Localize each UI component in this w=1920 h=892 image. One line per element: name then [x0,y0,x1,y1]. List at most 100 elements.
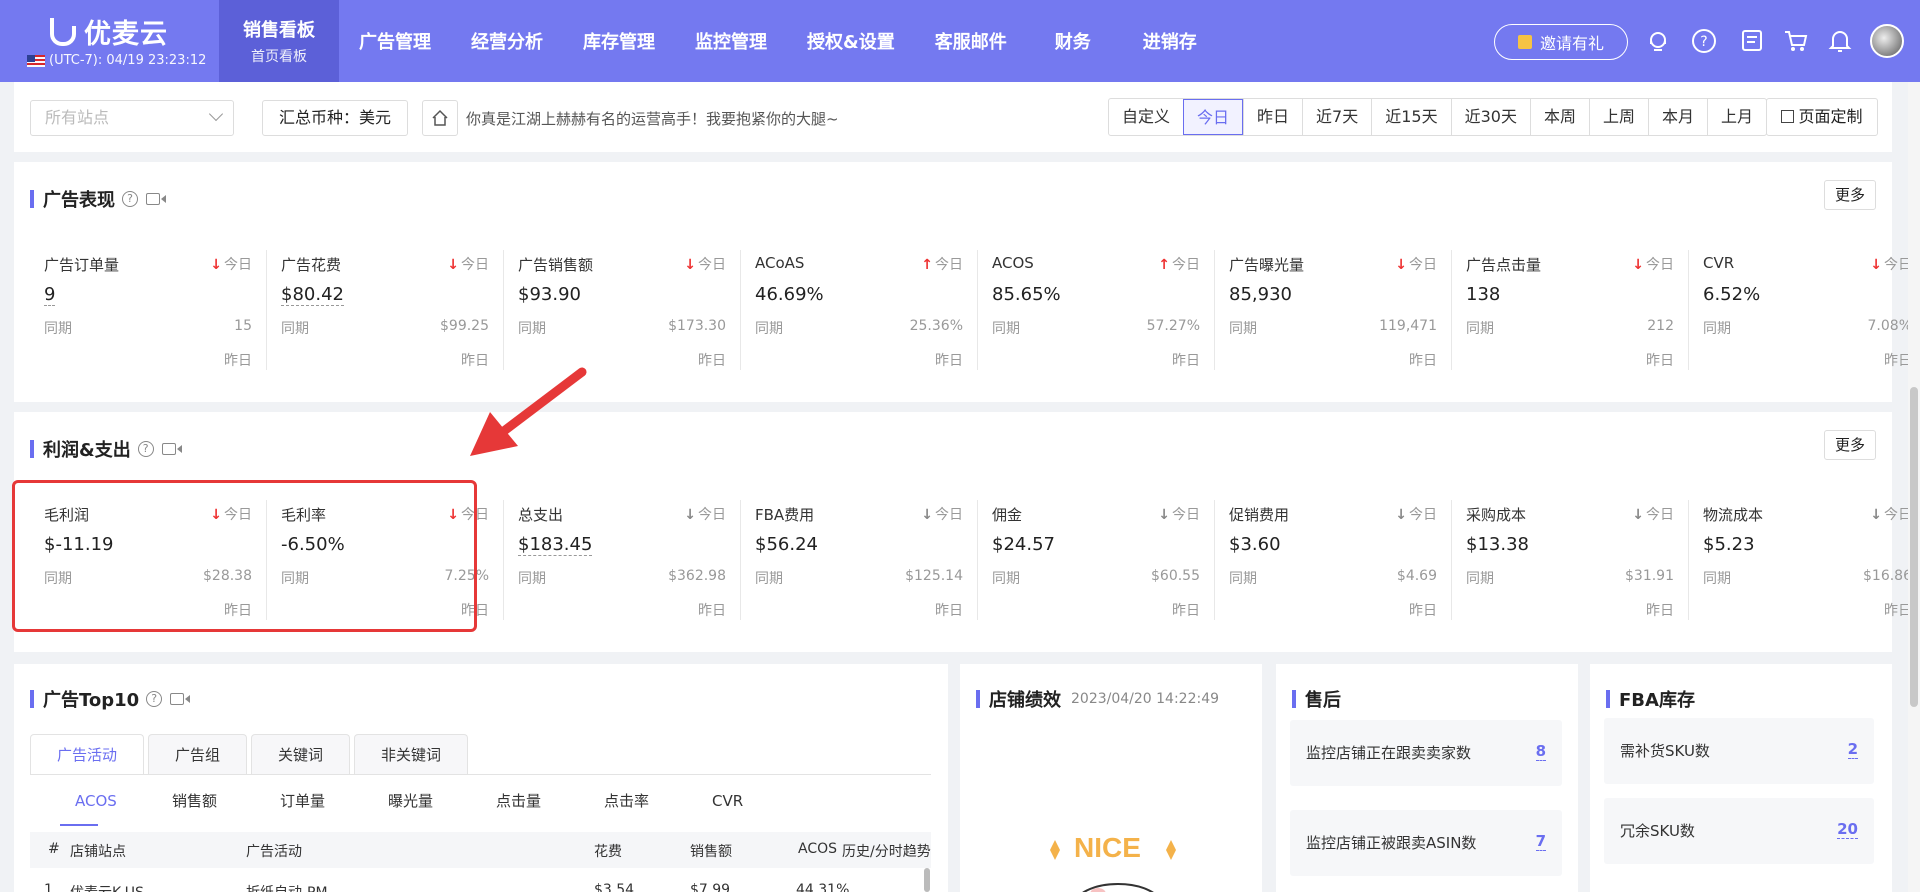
metric-card[interactable]: 佣金 ↓ 今日 $24.57 同期 $60.55 昨日 [978,500,1215,620]
range-custom[interactable]: 自定义 [1109,99,1183,135]
item-value[interactable]: 20 [1837,820,1858,839]
metric-value[interactable]: 85,930 [1229,284,1292,305]
metric-value[interactable]: $93.90 [518,284,581,305]
metric-label: 促销费用 [1229,506,1290,524]
help-icon[interactable]: ? [137,441,154,457]
site-select[interactable]: 所有站点 [30,100,234,136]
metric-card[interactable]: 总支出 ↓ 今日 $183.45 同期 $362.98 昨日 [504,500,741,620]
subtab-cvr[interactable]: CVR [712,782,820,822]
nav-sales-dashboard[interactable]: 销售看板 首页看板 [219,0,339,82]
item-value[interactable]: 8 [1535,742,1546,761]
metric-value[interactable]: $3.60 [1229,534,1281,555]
video-icon[interactable] [170,693,191,705]
same-period-label: 同期 [992,321,1020,337]
section-title-text: 店铺绩效 [989,690,1061,711]
help-icon[interactable]: ? [1690,27,1718,55]
subtab-ctr[interactable]: 点击率 [604,782,712,822]
help-icon[interactable]: ? [146,691,163,707]
page-customize-button[interactable]: 页面定制 [1766,98,1878,136]
more-button[interactable]: 更多 [1824,430,1876,460]
list-item[interactable]: 需补货SKU数 2 [1604,718,1874,784]
bell-icon[interactable] [1826,27,1854,55]
item-value[interactable]: 2 [1847,740,1858,759]
nav-auth-settings[interactable]: 授权&设置 [787,0,915,82]
range-7days[interactable]: 近7天 [1302,99,1371,135]
table-scrollbar[interactable] [924,868,930,892]
subtab-orders[interactable]: 订单量 [280,782,388,822]
metric-card[interactable]: 广告花费 ↓ 今日 $80.42 同期 $99.25 昨日 [267,250,504,370]
page-scrollbar[interactable] [1908,82,1920,892]
invite-button[interactable]: 邀请有礼 [1494,24,1628,60]
help-icon[interactable]: ? [122,191,138,207]
video-icon[interactable] [146,193,166,205]
logo[interactable]: 优麦云 [50,12,168,51]
nav-ad-management[interactable]: 广告管理 [339,0,451,82]
metric-card[interactable]: 物流成本 ↓ 今日 $5.23 同期 $16.86 昨日 [1689,500,1920,620]
tab-keyword[interactable]: 关键词 [251,734,351,774]
message-icon[interactable] [1738,27,1766,55]
nav-finance[interactable]: 财务 [1027,0,1119,82]
subtab-impressions[interactable]: 曝光量 [388,782,496,822]
metric-card[interactable]: FBA费用 ↓ 今日 $56.24 同期 $125.14 昨日 [741,500,978,620]
same-period-value: $60.55 [1151,568,1200,584]
range-last-month[interactable]: 上月 [1707,99,1766,135]
subtab-clicks[interactable]: 点击量 [496,782,604,822]
metric-card[interactable]: ACOS ↑ 今日 85.65% 同期 57.27% 昨日 [978,250,1215,370]
tab-campaign[interactable]: 广告活动 [30,734,145,774]
tab-non-keyword[interactable]: 非关键词 [354,734,469,774]
metric-card[interactable]: 采购成本 ↓ 今日 $13.38 同期 $31.91 昨日 [1452,500,1689,620]
metric-value[interactable]: 85.65% [992,284,1061,305]
range-30days[interactable]: 近30天 [1450,99,1530,135]
metric-value[interactable]: 6.52% [1703,284,1760,305]
metric-card[interactable]: 促销费用 ↓ 今日 $3.60 同期 $4.69 昨日 [1215,500,1452,620]
video-icon[interactable] [161,443,182,455]
cart-icon[interactable] [1782,27,1810,55]
currency-select[interactable]: 汇总币种：美元 [262,100,408,136]
metric-label: ACoAS [755,254,805,272]
range-today[interactable]: 今日 [1183,99,1244,135]
metric-label: 采购成本 [1466,506,1527,524]
list-item[interactable]: 监控店铺正在跟卖卖家数 8 [1290,720,1562,786]
metric-value[interactable]: $80.42 [281,284,344,306]
range-yesterday[interactable]: 昨日 [1243,99,1302,135]
metric-value[interactable]: $5.23 [1703,534,1755,555]
nav-business-analysis[interactable]: 经营分析 [451,0,563,82]
metric-value[interactable]: $56.24 [755,534,818,555]
metric-value[interactable]: $13.38 [1466,534,1529,555]
avatar[interactable] [1870,24,1904,58]
nav-monitoring[interactable]: 监控管理 [675,0,787,82]
metric-card[interactable]: CVR ↓ 今日 6.52% 同期 7.08% 昨日 [1689,250,1920,370]
metric-card[interactable]: ACoAS ↑ 今日 46.69% 同期 25.36% 昨日 [741,250,978,370]
subtab-acos[interactable]: ACOS [44,782,172,822]
metric-value[interactable]: $24.57 [992,534,1055,555]
range-this-week[interactable]: 本周 [1529,99,1589,135]
home-button[interactable] [422,100,458,136]
metric-value[interactable]: 138 [1466,284,1500,305]
metric-value[interactable]: 46.69% [755,284,824,305]
metric-card[interactable]: 广告销售额 ↓ 今日 $93.90 同期 $173.30 昨日 [504,250,741,370]
same-period-label: 同期 [1466,321,1494,337]
nav-inventory[interactable]: 库存管理 [563,0,675,82]
table-row[interactable]: 1 优麦云K-US 折纸自动-PM $3.54 $7.99 44.31% [30,874,931,892]
more-button[interactable]: 更多 [1824,180,1876,210]
item-value[interactable]: 7 [1535,832,1546,851]
metric-value[interactable]: 9 [44,284,56,306]
range-last-week[interactable]: 上周 [1589,99,1648,135]
tab-ad-group[interactable]: 广告组 [148,734,248,774]
range-this-month[interactable]: 本月 [1648,99,1707,135]
list-item[interactable]: 冗余SKU数 20 [1604,798,1874,864]
list-item[interactable]: 监控店铺正被跟卖ASIN数 7 [1290,810,1562,876]
service-icon[interactable] [1644,27,1672,55]
nav-service-mail[interactable]: 客服邮件 [915,0,1027,82]
same-period-label: 同期 [281,321,309,337]
metric-card[interactable]: 广告曝光量 ↓ 今日 85,930 同期 119,471 昨日 [1215,250,1452,370]
scrollbar-thumb[interactable] [1910,387,1918,707]
trend-arrow-icon: ↓ [210,257,222,273]
subtab-sales[interactable]: 销售额 [172,782,280,822]
metric-card[interactable]: 广告点击量 ↓ 今日 138 同期 212 昨日 [1452,250,1689,370]
metric-value[interactable]: $183.45 [518,534,593,556]
nav-label: 库存管理 [583,32,655,53]
range-15days[interactable]: 近15天 [1371,99,1450,135]
nav-purchase-sales[interactable]: 进销存 [1119,0,1221,82]
metric-card[interactable]: 广告订单量 ↓ 今日 9 同期 15 昨日 [30,250,267,370]
